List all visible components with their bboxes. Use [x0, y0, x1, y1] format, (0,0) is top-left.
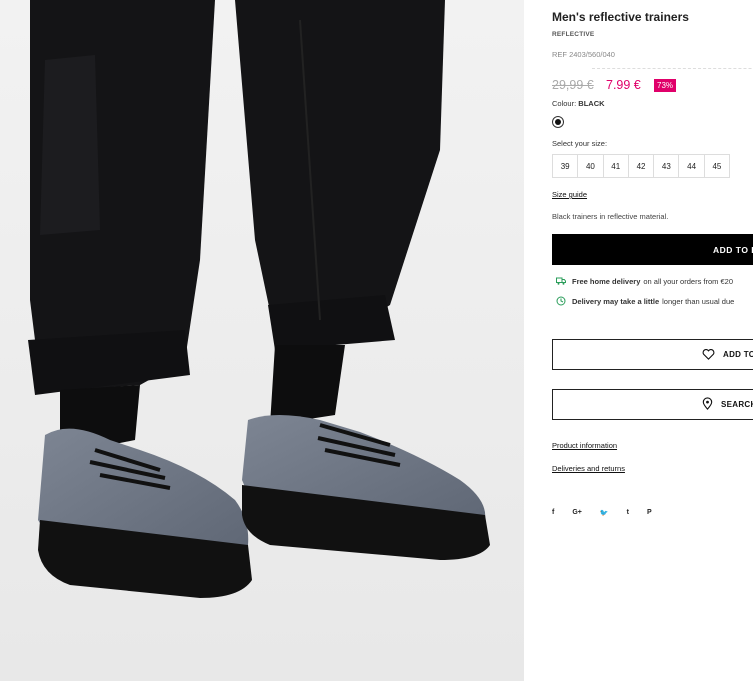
size-option[interactable]: 40: [577, 154, 604, 178]
colour-label-text: Colour:: [552, 99, 577, 108]
heart-icon: [702, 349, 715, 360]
location-pin-icon: [702, 397, 713, 410]
clock-icon: [556, 296, 566, 306]
colour-swatch-black[interactable]: [552, 116, 564, 128]
product-description: Black trainers in reflective material.: [552, 212, 669, 221]
facebook-icon[interactable]: f: [552, 509, 554, 517]
add-to-bag-button[interactable]: ADD TO B: [552, 234, 753, 265]
size-option[interactable]: 45: [703, 154, 731, 178]
delivery-notice: Free home delivery on all your orders fr…: [556, 276, 733, 286]
colour-label: Colour: BLACK: [552, 99, 605, 108]
size-option[interactable]: 42: [627, 154, 655, 178]
colour-value: BLACK: [578, 99, 605, 108]
truck-icon: [556, 277, 566, 285]
product-information-link[interactable]: Product information: [552, 441, 617, 450]
product-image: [0, 0, 524, 681]
sale-price: 7.99 €: [606, 78, 641, 92]
size-option[interactable]: 43: [653, 154, 680, 178]
delivery-notice-bold: Free home delivery: [572, 276, 641, 286]
size-option[interactable]: 41: [602, 154, 629, 178]
delay-notice: Delivery may take a little longer than u…: [556, 296, 734, 306]
size-option[interactable]: 39: [552, 154, 579, 178]
collection-label: REFLECTIVE: [552, 31, 595, 38]
product-info-panel: Men's reflective trainers REFLECTIVE REF…: [552, 0, 753, 681]
search-store-label: SEARCH: [721, 400, 753, 409]
size-guide-link[interactable]: Size guide: [552, 190, 587, 199]
discount-badge: 73%: [654, 79, 677, 92]
size-option[interactable]: 44: [678, 154, 705, 178]
divider: [592, 68, 753, 69]
social-share: f G+ 🐦 t P: [552, 509, 670, 517]
delay-notice-text: longer than usual due: [662, 296, 735, 306]
wishlist-label: ADD TO: [723, 350, 753, 359]
product-reference: REF 2403/560/040: [552, 50, 615, 59]
search-store-button[interactable]: SEARCH: [552, 389, 753, 420]
delivery-notice-text: on all your orders from €20: [643, 276, 734, 286]
add-to-bag-label: ADD TO B: [713, 245, 753, 255]
deliveries-returns-link[interactable]: Deliveries and returns: [552, 464, 625, 473]
add-to-wishlist-button[interactable]: ADD TO: [552, 339, 753, 370]
product-title: Men's reflective trainers: [552, 10, 689, 24]
size-label: Select your size:: [552, 139, 608, 148]
tumblr-icon[interactable]: t: [627, 509, 629, 517]
size-selector: 39 40 41 42 43 44 45: [552, 154, 731, 178]
google-plus-icon[interactable]: G+: [572, 509, 582, 517]
pinterest-icon[interactable]: P: [647, 509, 652, 517]
delay-notice-bold: Delivery may take a little: [572, 296, 660, 306]
twitter-icon[interactable]: 🐦: [600, 509, 609, 517]
old-price: 29,99 €: [552, 78, 594, 92]
product-photo: [0, 0, 524, 681]
